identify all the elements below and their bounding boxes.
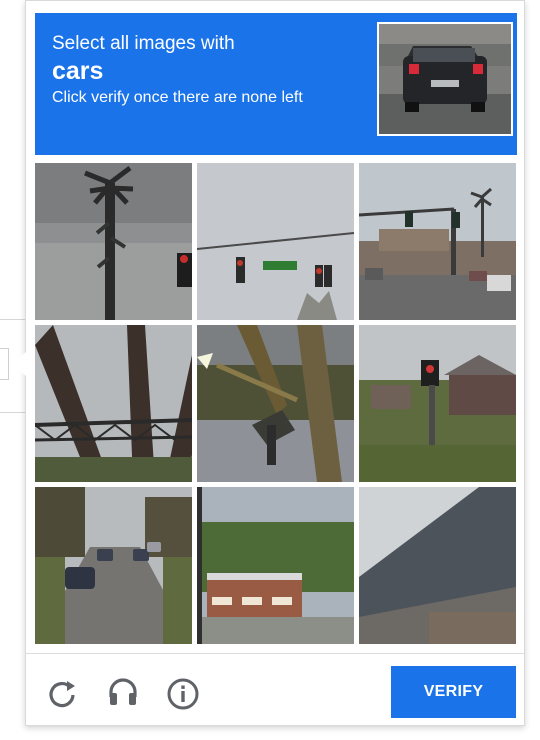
image-tile-4[interactable] [35, 325, 192, 482]
verify-button[interactable]: VERIFY [391, 666, 516, 718]
headphones-icon[interactable] [106, 675, 140, 709]
instruction-text: Select all images with [52, 33, 235, 54]
hint-text: Click verify once there are none left [52, 89, 303, 106]
info-icon[interactable] [166, 677, 200, 711]
image-tile-7[interactable] [35, 487, 192, 644]
image-tile-5[interactable] [197, 325, 354, 482]
image-tile-2[interactable] [197, 163, 354, 320]
captcha-challenge: Select all images with cars Click verify… [25, 0, 525, 726]
footer-divider [26, 653, 524, 654]
image-tile-9[interactable] [359, 487, 516, 644]
image-tile-6[interactable] [359, 325, 516, 482]
side-pointer-notch [0, 348, 9, 380]
sample-image [377, 22, 513, 136]
image-tile-8[interactable] [197, 487, 354, 644]
reload-icon[interactable] [46, 677, 80, 711]
image-grid [35, 163, 517, 645]
target-object: cars [52, 57, 104, 85]
image-tile-3[interactable] [359, 163, 516, 320]
image-tile-1[interactable] [35, 163, 192, 320]
challenge-arrow [12, 352, 26, 376]
challenge-header: Select all images with cars Click verify… [35, 13, 517, 155]
